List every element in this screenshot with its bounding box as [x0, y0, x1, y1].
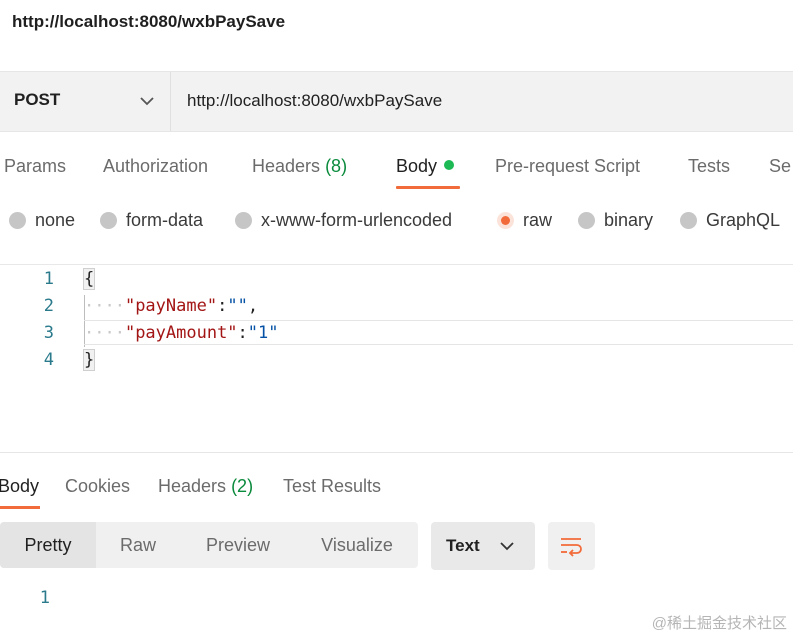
- radio-circle-selected: [497, 211, 514, 229]
- chevron-down-icon: [140, 97, 154, 106]
- indent-dots: ····: [84, 323, 125, 343]
- radio-form-data[interactable]: form-data: [100, 205, 203, 235]
- radio-raw[interactable]: raw: [497, 205, 552, 235]
- request-title: http://localhost:8080/wxbPaySave: [12, 12, 286, 31]
- radio-circle: [100, 211, 117, 229]
- view-visualize-button[interactable]: Visualize: [296, 522, 418, 568]
- line-number: 4: [43, 350, 54, 370]
- response-divider[interactable]: [0, 452, 793, 453]
- method-label: POST: [14, 90, 61, 109]
- tab-body[interactable]: Body: [396, 156, 455, 177]
- response-tabs: Body Cookies Headers (2) Test Results: [0, 470, 793, 510]
- json-key: "payName": [124, 296, 218, 316]
- line-number: 3: [43, 323, 54, 343]
- view-pretty-button[interactable]: Pretty: [0, 522, 96, 568]
- line-number: 2: [43, 296, 54, 316]
- watermark: @稀土掘金技术社区: [651, 615, 787, 632]
- tab-params[interactable]: Params: [4, 156, 66, 177]
- line-highlight-border: [84, 320, 793, 321]
- radio-binary[interactable]: binary: [578, 205, 653, 235]
- divider: [0, 264, 793, 265]
- code-line-2: ····"payName":"",: [84, 296, 259, 316]
- wrap-lines-icon: [561, 538, 582, 557]
- tab-headers[interactable]: Headers (8): [252, 156, 347, 177]
- tab-response-body[interactable]: Body: [0, 476, 39, 497]
- active-tab-underline: [396, 186, 460, 189]
- close-brace: }: [82, 349, 96, 371]
- view-mode-selector: Pretty Raw Preview Visualize: [0, 522, 418, 568]
- chevron-down-icon: [500, 542, 514, 551]
- radio-circle: [235, 211, 252, 229]
- body-type-options: none form-data x-www-form-urlencoded raw…: [0, 205, 793, 239]
- wrap-lines-button[interactable]: [548, 522, 595, 570]
- indent-dots: ····: [84, 296, 125, 316]
- radio-circle: [578, 211, 595, 229]
- tab-response-headers[interactable]: Headers (2): [158, 476, 253, 497]
- open-brace: {: [82, 268, 96, 290]
- radio-graphql[interactable]: GraphQL: [680, 205, 780, 235]
- json-value: "": [227, 296, 248, 316]
- radio-none[interactable]: none: [9, 205, 75, 235]
- request-bar: POST http://localhost:8080/wxbPaySave: [0, 71, 793, 132]
- body-indicator-dot: [444, 160, 455, 170]
- radio-circle: [680, 211, 697, 229]
- tab-test-results[interactable]: Test Results: [283, 476, 381, 497]
- response-headers-count: (2): [231, 476, 254, 496]
- body-editor[interactable]: 1 2 3 4 { ····"payName":"", ····"payAmou…: [0, 266, 793, 416]
- format-label: Text: [446, 536, 480, 555]
- tab-cookies[interactable]: Cookies: [65, 476, 130, 497]
- request-tabs: Params Authorization Headers (8) Body Pr…: [0, 148, 793, 192]
- code-line-4: }: [82, 349, 96, 371]
- code-line-3: ····"payAmount":"1": [84, 323, 279, 343]
- headers-count: (8): [325, 156, 348, 176]
- url-input[interactable]: http://localhost:8080/wxbPaySave: [187, 91, 442, 111]
- method-select[interactable]: POST: [0, 72, 171, 131]
- active-tab-underline: [0, 506, 40, 509]
- view-preview-button[interactable]: Preview: [180, 522, 296, 568]
- tab-tests[interactable]: Tests: [688, 156, 730, 177]
- tab-authorization[interactable]: Authorization: [103, 156, 208, 177]
- tab-pre-request-script[interactable]: Pre-request Script: [495, 156, 640, 177]
- tab-settings[interactable]: Se: [769, 156, 791, 177]
- json-value: "1": [247, 323, 279, 343]
- line-highlight-border: [84, 344, 793, 345]
- radio-circle: [9, 211, 26, 229]
- view-raw-button[interactable]: Raw: [96, 522, 180, 568]
- response-line-number: 1: [39, 588, 50, 608]
- radio-x-www-form-urlencoded[interactable]: x-www-form-urlencoded: [235, 205, 452, 235]
- json-key: "payAmount": [124, 323, 238, 343]
- line-number: 1: [43, 269, 54, 289]
- format-select[interactable]: Text: [431, 522, 535, 570]
- code-line-1: {: [82, 268, 96, 290]
